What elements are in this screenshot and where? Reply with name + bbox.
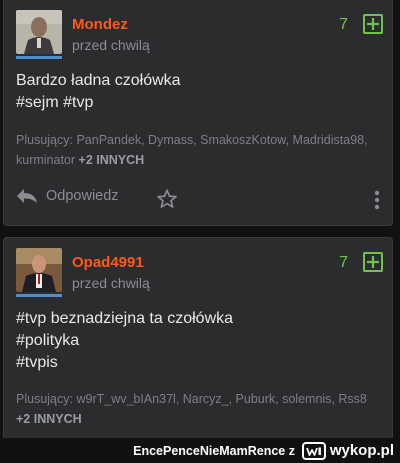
post-time[interactable]: przed chwilą xyxy=(72,275,150,291)
comment-tag[interactable]: #polityka xyxy=(16,330,380,352)
post-time[interactable]: przed chwilą xyxy=(72,37,150,53)
vote-count: 7 xyxy=(339,254,348,271)
plus-icon xyxy=(367,18,379,30)
voters-list: Plusujący: PanPandek, Dymass, SmakoszKot… xyxy=(16,130,380,170)
comment-line: #tvp beznadziejna ta czołówka xyxy=(16,310,234,327)
comment-tag[interactable]: #tvpis xyxy=(16,352,380,374)
watermark-site: wykop.pl xyxy=(329,442,394,459)
vote-count: 7 xyxy=(339,16,348,33)
avatar-underline xyxy=(16,56,62,59)
plus-icon xyxy=(367,256,379,268)
voters-list: Plusujący: w9rT_wv_bIAn37l, Narcyz_, Pub… xyxy=(16,389,380,429)
reply-icon xyxy=(17,189,37,203)
voters-names[interactable]: w9rT_wv_bIAn37l, Narcyz_, Puburk, solemn… xyxy=(76,392,366,406)
avatar[interactable] xyxy=(16,248,62,292)
comment-card: Opad4991 przed chwilą 7 #tvp beznadziejn… xyxy=(3,237,393,462)
more-vertical-icon xyxy=(374,190,380,210)
avatar-underline xyxy=(16,294,62,297)
favorite-button[interactable] xyxy=(156,188,178,215)
comment-actions: Odpowiedz xyxy=(16,188,380,212)
comment-body: Bardzo ładna czołówka #sejm #tvp xyxy=(16,70,380,114)
more-options-button[interactable] xyxy=(374,190,380,215)
voters-more[interactable]: +2 INNYCH xyxy=(79,153,145,167)
watermark-separator: z xyxy=(288,444,295,458)
voters-label: Plusujący: xyxy=(16,133,73,147)
reply-label: Odpowiedz xyxy=(46,188,119,204)
watermark-username: EncePenceNieMamRence xyxy=(133,444,286,458)
reply-button[interactable]: Odpowiedz xyxy=(16,188,119,204)
username[interactable]: Opad4991 xyxy=(72,254,144,271)
comment-tags[interactable]: #sejm #tvp xyxy=(16,92,380,114)
comment-body: #tvp beznadziejna ta czołówka #polityka … xyxy=(16,308,380,374)
wykop-logo-icon xyxy=(302,442,326,460)
voters-more[interactable]: +2 INNYCH xyxy=(16,412,82,426)
star-icon xyxy=(157,189,177,208)
username[interactable]: Mondez xyxy=(72,16,128,33)
voters-label: Plusujący: xyxy=(16,392,73,406)
watermark-user: EncePenceNieMamRence z xyxy=(133,444,295,458)
avatar[interactable] xyxy=(16,10,62,54)
comment-line: Bardzo ładna czołówka xyxy=(16,72,181,89)
plus-button[interactable] xyxy=(363,252,383,272)
comment-card: Mondez przed chwilą 7 Bardzo ładna czołó… xyxy=(3,0,393,226)
plus-button[interactable] xyxy=(363,14,383,34)
